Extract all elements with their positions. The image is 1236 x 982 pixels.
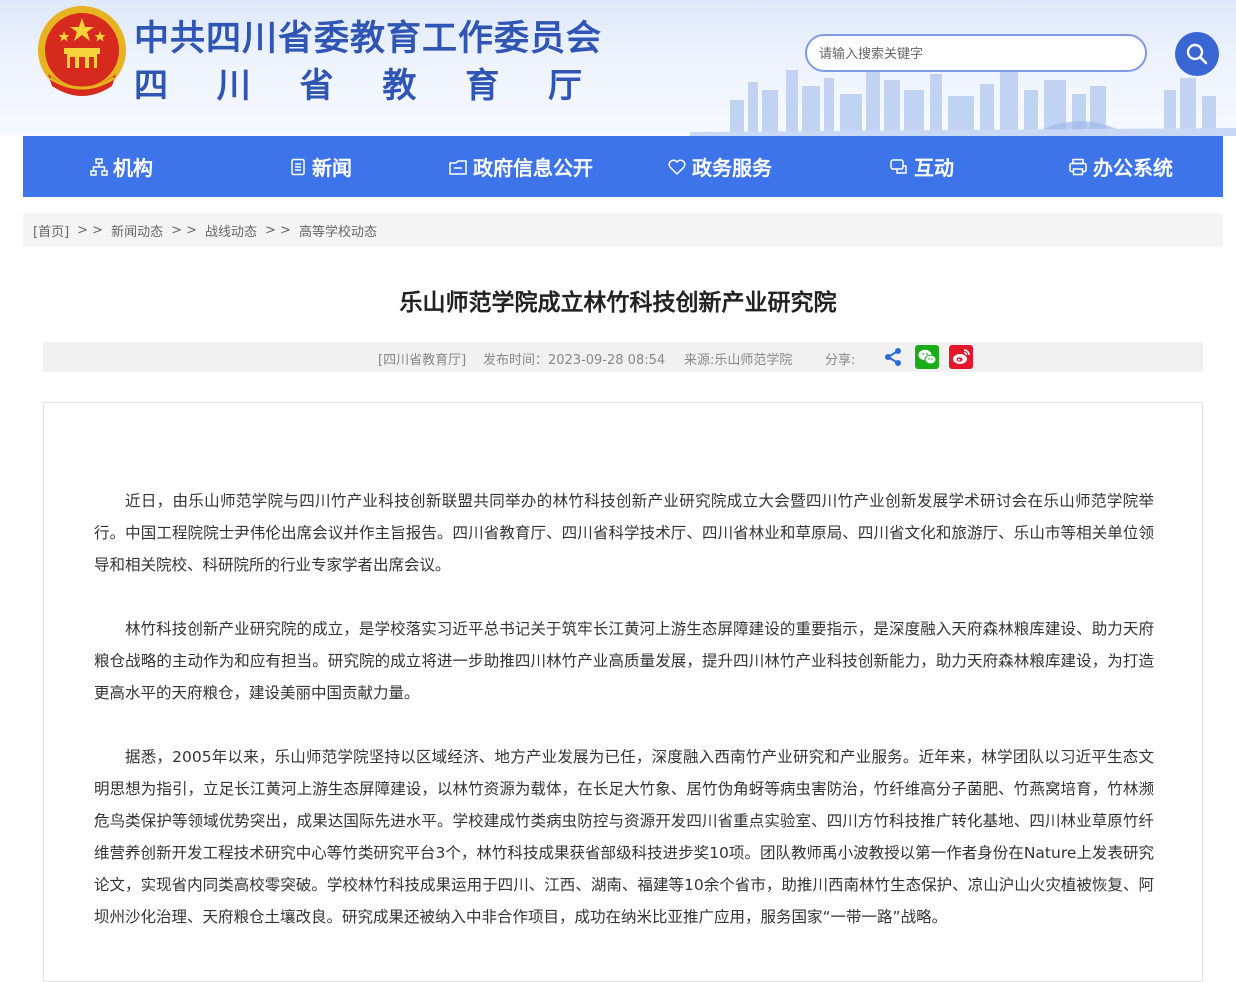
title-sub-char: 厅: [547, 66, 582, 106]
search-input[interactable]: [805, 34, 1147, 72]
nav-label: 政府信息公开: [473, 156, 593, 180]
article-source-tag: [四川省教育厅]: [378, 353, 467, 368]
breadcrumb-separator: > >: [171, 222, 198, 238]
article-meta-bar: [四川省教育厅] 发布时间：2023-09-28 08:54 来源:乐山师范学院…: [43, 342, 1203, 372]
nav-label: 新闻: [312, 156, 352, 180]
article-publish-time: 发布时间：2023-09-28 08:54: [483, 353, 666, 368]
breadcrumb-frontline-link[interactable]: 战线动态: [205, 221, 257, 240]
org-chart-icon: [90, 157, 108, 176]
breadcrumb-separator: > >: [77, 222, 104, 238]
site-header: 中共四川省委教育工作委员会 四 川 省 教 育 厅: [0, 0, 1236, 136]
article-paragraph: 据悉，2005年以来，乐山师范学院坚持以区域经济、地方产业发展为已任，深度融入西…: [94, 748, 1154, 926]
nav-label: 办公系统: [1093, 156, 1173, 180]
site-title-sub: 四 川 省 教 育 厅: [134, 58, 582, 107]
printer-icon: [1069, 158, 1087, 175]
nav-item-office-system[interactable]: 办公系统: [1068, 136, 1173, 197]
title-sub-char: 育: [465, 66, 500, 106]
breadcrumb-home-link[interactable]: [首页]: [33, 221, 69, 240]
article-source: 来源:乐山师范学院: [684, 353, 793, 368]
nav-label: 机构: [113, 156, 153, 180]
main-nav: 机构 新闻 政府信息公开 政务服务 互动 办公系统: [23, 136, 1223, 197]
chat-bubble-icon: [890, 158, 907, 174]
breadcrumb-separator: > >: [265, 222, 291, 238]
breadcrumb: [首页] > > 新闻动态 > > 战线动态 > > 高等学校动态: [23, 213, 1223, 247]
info-folder-icon: [449, 159, 467, 175]
share-label: 分享:: [825, 353, 856, 368]
nav-item-interaction[interactable]: 互动: [889, 136, 954, 197]
article-paragraph: 近日，由乐山师范学院与四川竹产业科技创新联盟共同举办的林竹科技创新产业研究院成立…: [94, 492, 1154, 574]
nav-item-news[interactable]: 新闻: [289, 136, 352, 197]
title-sub-char: 四: [134, 66, 168, 106]
article-paragraph: 林竹科技创新产业研究院的成立，是学校落实习近平总书记关于筑牢长江黄河上游生态屏障…: [94, 620, 1154, 702]
nav-item-organization[interactable]: 机构: [90, 136, 153, 197]
site-title-main: 中共四川省委教育工作委员会: [134, 19, 603, 59]
article-title: 乐山师范学院成立林竹科技创新产业研究院: [399, 290, 837, 316]
breadcrumb-university-link[interactable]: 高等学校动态: [299, 221, 377, 240]
heart-hand-icon: [668, 159, 686, 175]
nav-item-gov-info[interactable]: 政府信息公开: [448, 136, 593, 197]
wechat-icon[interactable]: [915, 345, 939, 369]
share-icon[interactable]: [881, 345, 905, 369]
search-button[interactable]: [1175, 32, 1219, 76]
national-emblem: [38, 6, 126, 96]
document-icon: [291, 158, 305, 175]
search-icon: [1186, 43, 1208, 65]
weibo-icon[interactable]: [949, 345, 973, 369]
nav-label: 政务服务: [692, 156, 772, 180]
title-sub-char: 教: [382, 66, 417, 106]
title-sub-char: 省: [299, 66, 334, 106]
nav-item-gov-service[interactable]: 政务服务: [667, 136, 772, 197]
title-sub-char: 川: [216, 66, 251, 106]
breadcrumb-news-link[interactable]: 新闻动态: [111, 221, 163, 240]
nav-label: 互动: [914, 156, 954, 180]
